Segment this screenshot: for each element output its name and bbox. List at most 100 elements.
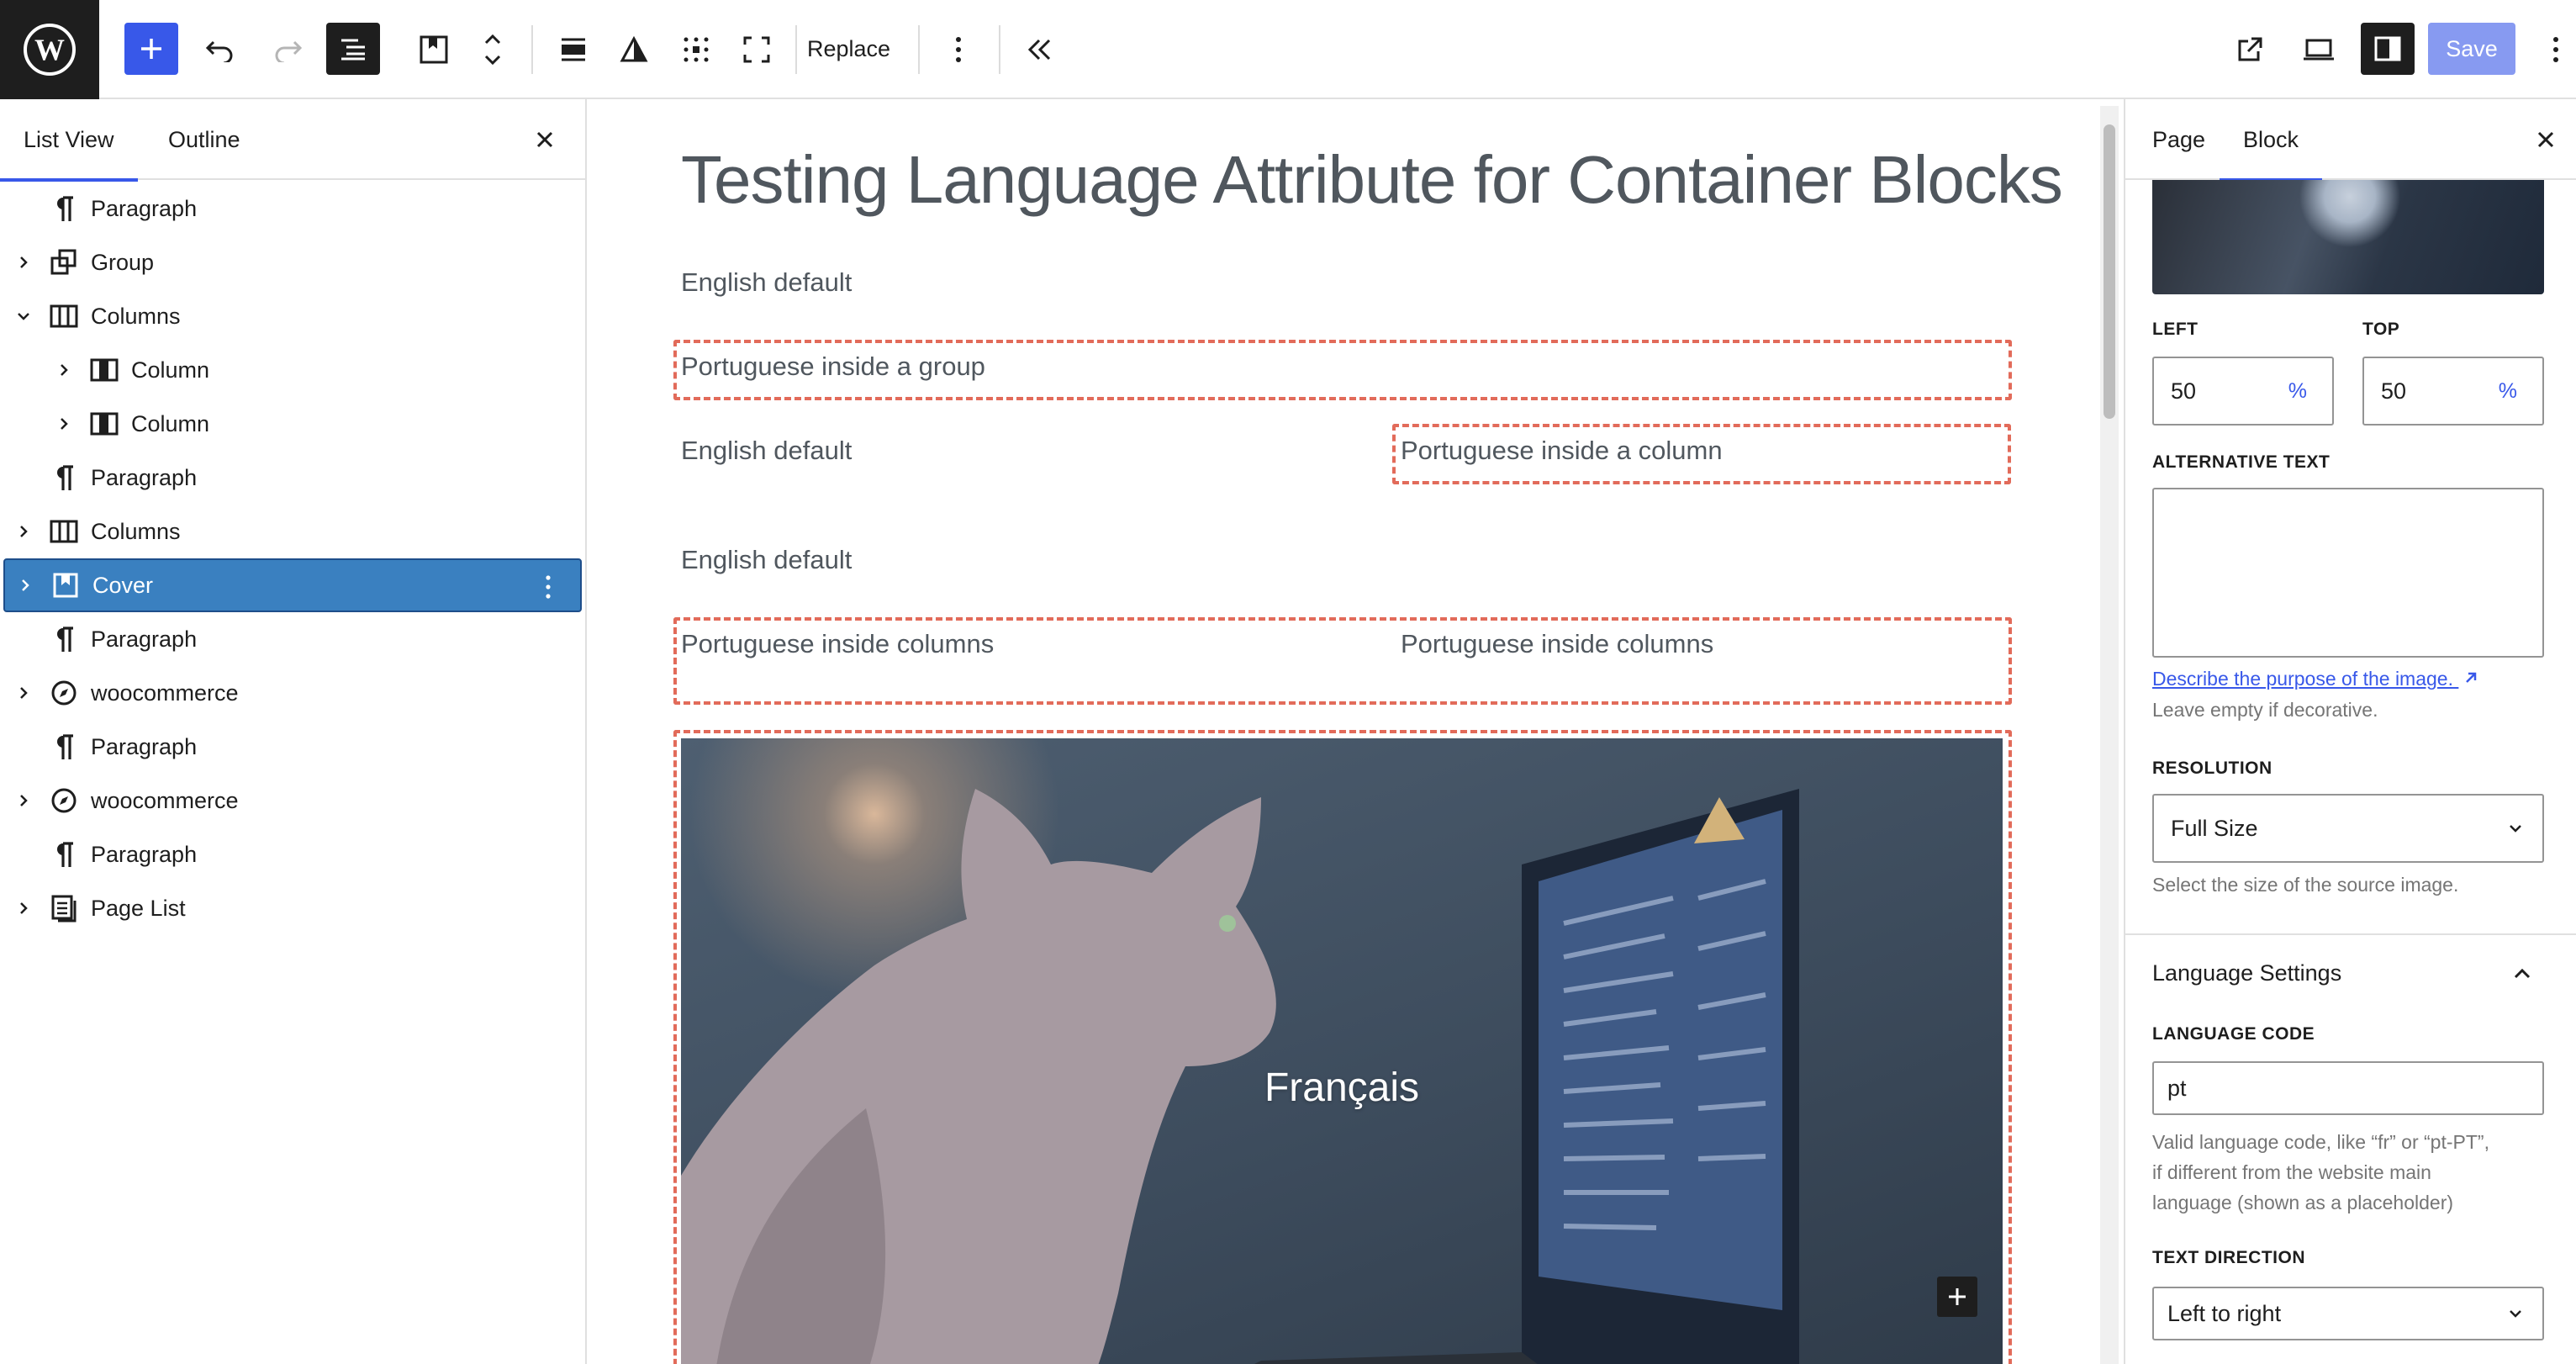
list-item-cover[interactable]: Cover [3,558,582,612]
column-english-default[interactable]: English default [681,436,852,466]
list-item-column[interactable]: Column [0,343,585,397]
column-portuguese-text[interactable]: Portuguese inside a column [1401,436,1723,466]
chevron-right-icon[interactable] [54,414,74,434]
sidebar-icon [2374,36,2401,61]
list-item-woocommerce[interactable]: woocommerce [0,774,585,827]
block-options-button[interactable] [942,0,975,99]
chevron-right-icon[interactable] [15,575,35,595]
full-height-button[interactable] [738,0,775,99]
compass-icon [49,678,79,708]
canvas-scrollbar[interactable] [2100,106,2119,1364]
document-overview-button[interactable] [326,23,380,75]
duotone-filter-button[interactable] [615,0,652,99]
preview-device-button[interactable] [2299,0,2339,99]
left-label: LEFT [2152,320,2199,339]
view-page-button[interactable] [2231,0,2268,99]
chevron-down-icon[interactable] [13,306,34,326]
chevron-right-icon[interactable] [13,252,34,272]
resolution-help: Select the size of the source image. [2152,874,2459,896]
cover-heading[interactable]: Français [681,738,2003,1364]
options-menu-button[interactable] [2542,0,2569,99]
svg-text:W: W [34,33,65,66]
paragraph-icon [49,193,79,224]
list-item-paragraph[interactable]: Paragraph [0,827,585,881]
alt-text-help-link[interactable]: Describe the purpose of the image. [2152,668,2478,690]
list-item-woocommerce[interactable]: woocommerce [0,666,585,720]
collapse-toolbar-button[interactable] [1021,0,1058,99]
list-item-paragraph[interactable]: Paragraph [0,451,585,505]
toolbar-separator [795,25,797,74]
list-item-columns[interactable]: Columns [0,505,585,558]
tab-list-view[interactable]: List View [0,99,138,182]
chevron-right-icon[interactable] [54,360,74,380]
language-code-input[interactable]: pt [2152,1061,2544,1115]
external-link-icon [2238,37,2262,61]
paragraph-english-default-2[interactable]: English default [681,545,852,575]
list-item-columns[interactable]: Columns [0,289,585,343]
chevron-right-icon[interactable] [13,898,34,918]
move-up-down-button[interactable] [476,0,509,99]
chevron-up-down-icon [484,34,501,66]
language-code-help-1: Valid language code, like “fr” or “pt-PT… [2152,1131,2489,1153]
chevron-double-left-icon [1027,39,1051,61]
desktop-icon [2304,39,2334,61]
group-icon [49,247,79,278]
columns-icon [49,301,79,331]
focal-left-input[interactable]: 50 % [2152,357,2334,426]
text-direction-select[interactable]: Left to right [2152,1287,2544,1340]
list-item-label: Cover [92,572,154,598]
list-item-label: Page List [91,895,186,921]
chevron-right-icon[interactable] [13,683,34,703]
close-sidebar-button[interactable] [2529,123,2563,156]
tab-outline[interactable]: Outline [168,99,240,180]
paragraph-icon [49,463,79,493]
list-item-paragraph[interactable]: Paragraph [0,612,585,666]
list-item-paragraph[interactable]: Paragraph [0,720,585,774]
add-block-button[interactable] [124,23,178,75]
list-view-icon [341,39,365,61]
editor-canvas: Testing Language Attribute for Container… [589,99,2124,1364]
paragraph-portuguese-group[interactable]: Portuguese inside a group [681,352,985,382]
page-title[interactable]: Testing Language Attribute for Container… [681,141,2063,219]
add-inner-block-button[interactable] [1937,1277,1977,1317]
list-item-group[interactable]: Group [0,235,585,289]
alt-text-textarea[interactable] [2152,488,2544,658]
focal-point-button[interactable] [678,0,715,99]
tab-block[interactable]: Block [2219,99,2323,182]
list-item-label: Column [131,357,210,383]
top-label: TOP [2362,320,2400,339]
cover-block[interactable]: Français [681,738,2003,1364]
align-button[interactable] [555,0,592,99]
save-button[interactable]: Save [2428,23,2515,75]
settings-toggle-button[interactable] [2361,23,2415,75]
columns-portuguese-left[interactable]: Portuguese inside columns [681,629,994,659]
replace-button[interactable]: Replace [807,32,890,66]
paragraph-english-default[interactable]: English default [681,267,852,298]
tab-page[interactable]: Page [2152,99,2205,180]
list-item-label: Columns [91,518,181,544]
compass-icon [49,785,79,816]
chevron-right-icon[interactable] [13,521,34,542]
resolution-value: Full Size [2171,815,2258,841]
wordpress-logo-button[interactable]: W [0,0,99,99]
chevron-right-icon[interactable] [13,790,34,811]
block-type-button[interactable] [415,0,452,99]
columns-portuguese-right[interactable]: Portuguese inside columns [1401,629,1713,659]
undo-button[interactable] [200,0,240,99]
collapse-panel-button[interactable] [2512,965,2532,986]
list-item-label: Paragraph [91,626,198,652]
paragraph-icon [49,732,79,762]
list-item-column[interactable]: Column [0,397,585,451]
language-settings-title[interactable]: Language Settings [2152,960,2341,986]
close-list-view-button[interactable] [528,123,562,156]
focal-top-input[interactable]: 50 % [2362,357,2544,426]
resolution-select[interactable]: Full Size [2152,794,2544,863]
block-options-button[interactable] [535,574,562,600]
list-item-page-list[interactable]: Page List [0,881,585,935]
canvas-scrollbar-thumb[interactable] [2104,124,2115,419]
language-code-value: pt [2167,1075,2187,1101]
redo-button[interactable] [267,0,308,99]
focal-point-image-preview[interactable] [2152,180,2544,294]
list-item-paragraph[interactable]: Paragraph [0,182,585,235]
alt-text-help: Leave empty if decorative. [2152,699,2378,721]
